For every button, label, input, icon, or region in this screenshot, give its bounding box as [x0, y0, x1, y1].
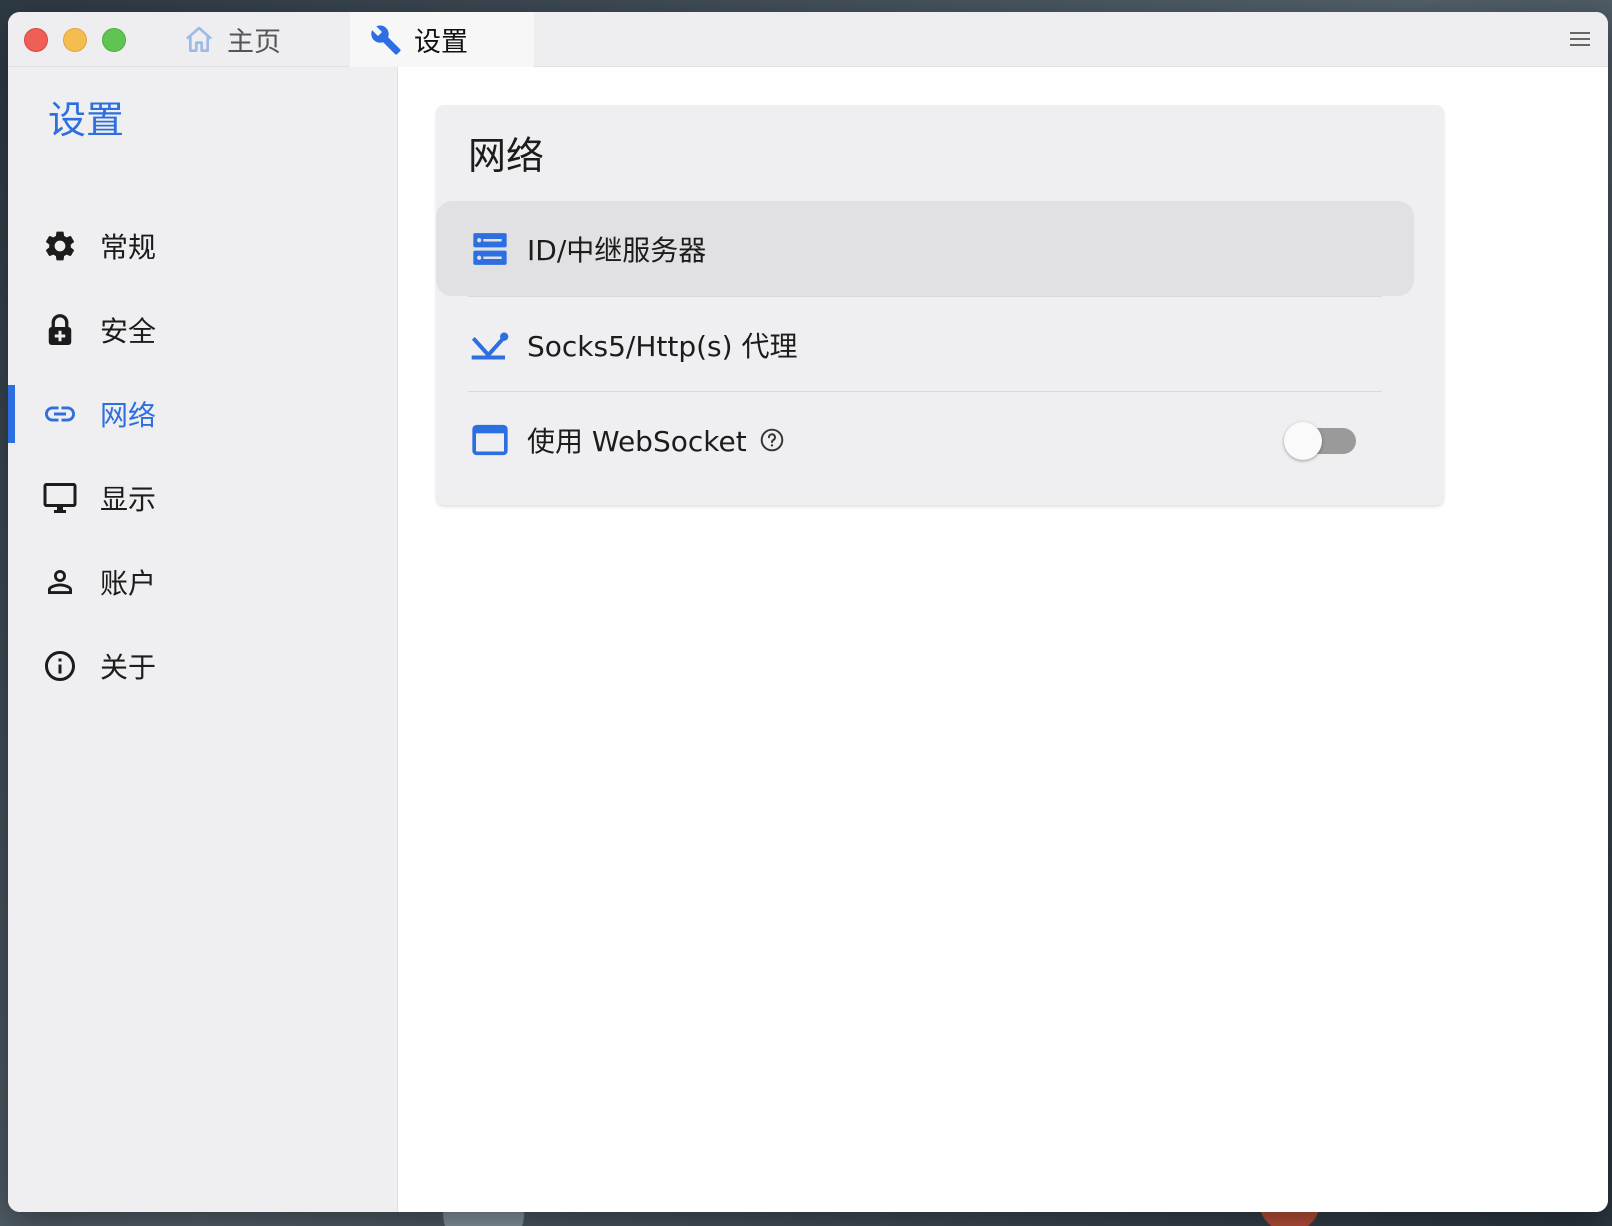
websocket-row[interactable]: 使用 WebSocket [436, 392, 1414, 487]
gear-icon [45, 231, 75, 261]
card-title: 网络 [468, 134, 545, 178]
sidebar-item-label: 常规 [100, 231, 157, 264]
id-relay-server-row[interactable]: ID/中继服务器 [436, 201, 1414, 296]
websocket-label-group: 使用 WebSocket [527, 420, 785, 460]
sidebar-title: 设置 [48, 98, 125, 142]
sidebar-item-label: 显示 [100, 483, 157, 516]
sidebar-item-security[interactable]: 安全 [8, 301, 398, 359]
window-icon [472, 424, 508, 455]
person-icon [48, 570, 72, 594]
row-label: ID/中继服务器 [527, 233, 707, 267]
tab-settings-label: 设置 [414, 27, 468, 58]
close-window-button[interactable] [24, 28, 48, 52]
websocket-toggle[interactable] [1284, 422, 1360, 460]
sidebar-item-display[interactable]: 显示 [8, 469, 398, 527]
active-indicator [8, 385, 15, 443]
tab-home-label: 主页 [227, 27, 281, 58]
monitor-icon [43, 483, 77, 513]
sidebar-item-general[interactable]: 常规 [8, 217, 398, 275]
toggle-knob [1284, 422, 1322, 460]
sidebar-item-label: 安全 [100, 315, 157, 348]
tab-settings[interactable]: 设置 [350, 12, 534, 67]
help-icon[interactable] [759, 427, 785, 453]
titlebar: 主页 设置 [8, 12, 1608, 67]
row-label: 使用 WebSocket [527, 424, 747, 458]
row-label: Socks5/Http(s) 代理 [527, 329, 798, 363]
sidebar-item-label: 网络 [100, 399, 157, 432]
wrench-icon [371, 24, 401, 55]
sidebar-item-network[interactable]: 网络 [8, 385, 398, 443]
proxy-icon [471, 332, 509, 359]
settings-content: 网络 ID/中继服务器 Socks5/Http(s) 代理 使用 WebSock… [398, 67, 1608, 1212]
lock-icon [48, 314, 72, 345]
hamburger-menu-icon[interactable] [1570, 31, 1590, 47]
settings-sidebar: 设置 常规 安全 网络 显示 账户 关于 [8, 67, 398, 1212]
link-icon [45, 406, 75, 422]
sidebar-item-about[interactable]: 关于 [8, 637, 398, 695]
minimize-window-button[interactable] [63, 28, 87, 52]
sidebar-item-account[interactable]: 账户 [8, 553, 398, 611]
maximize-window-button[interactable] [102, 28, 126, 52]
info-icon [45, 651, 75, 681]
home-icon [186, 26, 212, 52]
network-settings-card: 网络 ID/中继服务器 Socks5/Http(s) 代理 使用 WebSock… [436, 105, 1444, 505]
server-icon [473, 232, 507, 265]
app-window: 主页 设置 设置 常规 安全 网络 显示 账户 关于 网络 ID/中继服务器 S… [8, 12, 1608, 1212]
tab-home[interactable]: 主页 [183, 12, 281, 67]
sidebar-item-label: 账户 [100, 567, 157, 600]
sidebar-item-label: 关于 [100, 651, 157, 684]
proxy-row[interactable]: Socks5/Http(s) 代理 [436, 297, 1414, 392]
